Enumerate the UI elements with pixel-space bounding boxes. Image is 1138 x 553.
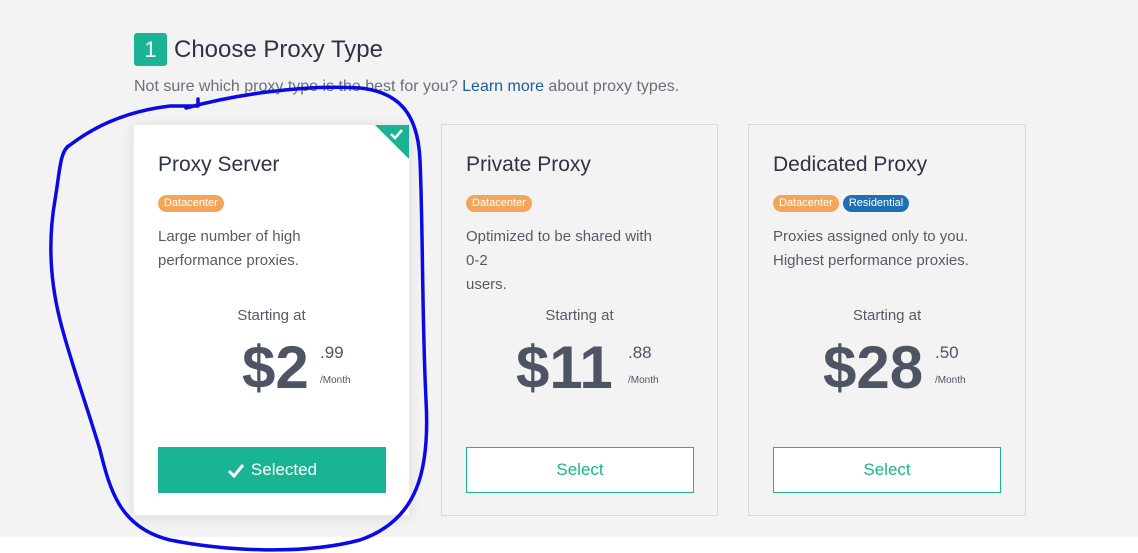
card-title: Proxy Server xyxy=(158,153,280,176)
card-description-line: Large number of high xyxy=(158,228,301,245)
card-description-line: performance proxies. xyxy=(158,252,299,269)
price: $28 .50 /Month xyxy=(823,333,993,403)
price-amount: $2 xyxy=(242,334,309,401)
card-description: Proxies assigned only to you. Highest pe… xyxy=(773,225,973,273)
price-amount: $11 xyxy=(516,334,613,401)
price-period: /Month xyxy=(320,375,351,386)
card-description: Large number of high performance proxies… xyxy=(158,225,358,273)
price: $2 .99 /Month xyxy=(242,333,362,403)
check-icon xyxy=(227,463,245,478)
card-tags: Datacenter xyxy=(466,195,532,212)
card-description-line: Highest performance proxies. xyxy=(773,252,969,269)
page-footer-area xyxy=(0,537,1138,553)
selected-button[interactable]: Selected xyxy=(158,447,386,493)
price-period: /Month xyxy=(935,375,966,386)
proxy-card-private-proxy[interactable]: Private Proxy Datacenter Optimized to be… xyxy=(441,124,718,516)
price-cents: .50 xyxy=(935,343,959,362)
card-description-line: Proxies assigned only to you. xyxy=(773,228,969,245)
learn-more-link[interactable]: Learn more xyxy=(462,78,544,95)
card-tags: Datacenter xyxy=(158,195,224,212)
select-button-label: Select xyxy=(556,460,604,479)
card-description: Optimized to be shared with 0-2 users. xyxy=(466,225,666,297)
card-description-line: users. xyxy=(466,276,507,293)
page-title: Choose Proxy Type xyxy=(174,35,384,63)
proxy-card-proxy-server[interactable]: Proxy Server Datacenter Large number of … xyxy=(133,124,410,516)
starting-at-label: Starting at xyxy=(852,307,922,324)
price-period: /Month xyxy=(628,375,659,386)
selected-button-label: Selected xyxy=(250,460,318,479)
tag-residential: Residential xyxy=(842,195,910,212)
starting-at-label: Starting at xyxy=(545,307,614,324)
price-cents: .88 xyxy=(628,343,652,362)
card-title: Private Proxy xyxy=(466,153,591,176)
selected-corner-check-icon xyxy=(375,125,409,159)
step-number-badge: 1 xyxy=(134,33,167,66)
card-title: Dedicated Proxy xyxy=(773,153,928,176)
card-description-line: Optimized to be shared with 0-2 xyxy=(466,228,652,269)
starting-at-label: Starting at xyxy=(237,307,306,324)
subtitle-text-end: about proxy types. xyxy=(543,78,680,95)
tag-datacenter: Datacenter xyxy=(158,195,224,212)
card-tags: Datacenter Residential xyxy=(773,195,910,212)
select-button[interactable]: Select xyxy=(466,447,694,493)
tag-datacenter: Datacenter xyxy=(466,195,532,212)
subtitle-text: Not sure which proxy type is the best fo… xyxy=(134,78,463,95)
price-amount: $28 xyxy=(823,334,924,401)
proxy-card-dedicated-proxy[interactable]: Dedicated Proxy Datacenter Residential P… xyxy=(748,124,1026,516)
select-button-label: Select xyxy=(863,460,911,479)
price: $11 .88 /Month xyxy=(516,333,676,403)
step-header: 1 Choose Proxy Type xyxy=(134,33,383,66)
select-button[interactable]: Select xyxy=(773,447,1001,493)
tag-datacenter: Datacenter xyxy=(773,195,839,212)
price-cents: .99 xyxy=(320,343,344,362)
subtitle: Not sure which proxy type is the best fo… xyxy=(134,78,679,96)
